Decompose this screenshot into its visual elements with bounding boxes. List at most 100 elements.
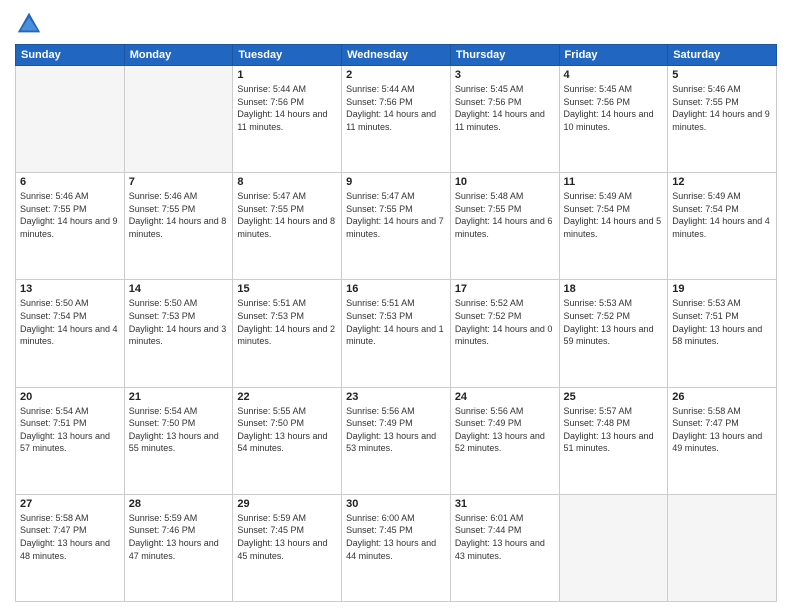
day-number: 20 <box>20 391 120 403</box>
day-cell: 31 Sunrise: 6:01 AMSunset: 7:44 PMDayligh… <box>450 494 559 601</box>
day-number: 17 <box>455 283 555 295</box>
day-detail: Sunrise: 6:00 AMSunset: 7:45 PMDaylight:… <box>346 512 446 562</box>
day-cell <box>668 494 777 601</box>
calendar: SundayMondayTuesdayWednesdayThursdayFrid… <box>15 44 777 602</box>
day-number: 6 <box>20 176 120 188</box>
day-detail: Sunrise: 5:45 AMSunset: 7:56 PMDaylight:… <box>564 83 664 133</box>
day-detail: Sunrise: 5:53 AMSunset: 7:51 PMDaylight:… <box>672 297 772 347</box>
day-cell: 1 Sunrise: 5:44 AMSunset: 7:56 PMDaylight… <box>233 66 342 173</box>
day-number: 8 <box>237 176 337 188</box>
day-number: 3 <box>455 69 555 81</box>
day-cell <box>124 66 233 173</box>
day-detail: Sunrise: 5:48 AMSunset: 7:55 PMDaylight:… <box>455 190 555 240</box>
day-cell: 11 Sunrise: 5:49 AMSunset: 7:54 PMDayligh… <box>559 173 668 280</box>
day-number: 26 <box>672 391 772 403</box>
day-number: 18 <box>564 283 664 295</box>
day-detail: Sunrise: 6:01 AMSunset: 7:44 PMDaylight:… <box>455 512 555 562</box>
weekday-wednesday: Wednesday <box>342 45 451 66</box>
day-number: 21 <box>129 391 229 403</box>
day-cell: 22 Sunrise: 5:55 AMSunset: 7:50 PMDayligh… <box>233 387 342 494</box>
day-detail: Sunrise: 5:57 AMSunset: 7:48 PMDaylight:… <box>564 405 664 455</box>
day-detail: Sunrise: 5:49 AMSunset: 7:54 PMDaylight:… <box>672 190 772 240</box>
day-cell: 8 Sunrise: 5:47 AMSunset: 7:55 PMDaylight… <box>233 173 342 280</box>
day-cell: 16 Sunrise: 5:51 AMSunset: 7:53 PMDayligh… <box>342 280 451 387</box>
day-detail: Sunrise: 5:59 AMSunset: 7:46 PMDaylight:… <box>129 512 229 562</box>
day-detail: Sunrise: 5:58 AMSunset: 7:47 PMDaylight:… <box>672 405 772 455</box>
day-detail: Sunrise: 5:46 AMSunset: 7:55 PMDaylight:… <box>129 190 229 240</box>
day-cell: 30 Sunrise: 6:00 AMSunset: 7:45 PMDayligh… <box>342 494 451 601</box>
day-cell: 9 Sunrise: 5:47 AMSunset: 7:55 PMDaylight… <box>342 173 451 280</box>
day-detail: Sunrise: 5:56 AMSunset: 7:49 PMDaylight:… <box>455 405 555 455</box>
day-cell: 4Sunrise: 5:45 AMSunset: 7:56 PMDaylight… <box>559 66 668 173</box>
day-number: 14 <box>129 283 229 295</box>
day-cell: 17 Sunrise: 5:52 AMSunset: 7:52 PMDayligh… <box>450 280 559 387</box>
day-number: 1 <box>237 69 337 81</box>
logo-icon <box>15 10 43 38</box>
day-cell: 26 Sunrise: 5:58 AMSunset: 7:47 PMDayligh… <box>668 387 777 494</box>
day-cell: 27Sunrise: 5:58 AMSunset: 7:47 PMDayligh… <box>16 494 125 601</box>
weekday-friday: Friday <box>559 45 668 66</box>
day-cell: 24Sunrise: 5:56 AMSunset: 7:49 PMDayligh… <box>450 387 559 494</box>
day-detail: Sunrise: 5:47 AMSunset: 7:55 PMDaylight:… <box>346 190 446 240</box>
day-cell: 3 Sunrise: 5:45 AMSunset: 7:56 PMDaylight… <box>450 66 559 173</box>
day-cell <box>16 66 125 173</box>
day-number: 25 <box>564 391 664 403</box>
day-number: 2 <box>346 69 446 81</box>
day-detail: Sunrise: 5:55 AMSunset: 7:50 PMDaylight:… <box>237 405 337 455</box>
day-detail: Sunrise: 5:59 AMSunset: 7:45 PMDaylight:… <box>237 512 337 562</box>
weekday-sunday: Sunday <box>16 45 125 66</box>
header <box>15 10 777 38</box>
day-cell: 2Sunrise: 5:44 AMSunset: 7:56 PMDaylight… <box>342 66 451 173</box>
day-detail: Sunrise: 5:46 AMSunset: 7:55 PMDaylight:… <box>20 190 120 240</box>
day-number: 28 <box>129 498 229 510</box>
day-detail: Sunrise: 5:50 AMSunset: 7:53 PMDaylight:… <box>129 297 229 347</box>
day-detail: Sunrise: 5:49 AMSunset: 7:54 PMDaylight:… <box>564 190 664 240</box>
day-cell: 25 Sunrise: 5:57 AMSunset: 7:48 PMDayligh… <box>559 387 668 494</box>
day-cell: 12 Sunrise: 5:49 AMSunset: 7:54 PMDayligh… <box>668 173 777 280</box>
day-cell <box>559 494 668 601</box>
day-detail: Sunrise: 5:53 AMSunset: 7:52 PMDaylight:… <box>564 297 664 347</box>
day-cell: 21 Sunrise: 5:54 AMSunset: 7:50 PMDayligh… <box>124 387 233 494</box>
day-cell: 18 Sunrise: 5:53 AMSunset: 7:52 PMDayligh… <box>559 280 668 387</box>
day-number: 15 <box>237 283 337 295</box>
day-detail: Sunrise: 5:45 AMSunset: 7:56 PMDaylight:… <box>455 83 555 133</box>
day-number: 11 <box>564 176 664 188</box>
day-number: 30 <box>346 498 446 510</box>
day-cell: 15Sunrise: 5:51 AMSunset: 7:53 PMDayligh… <box>233 280 342 387</box>
day-detail: Sunrise: 5:50 AMSunset: 7:54 PMDaylight:… <box>20 297 120 347</box>
day-number: 19 <box>672 283 772 295</box>
weekday-thursday: Thursday <box>450 45 559 66</box>
day-cell: 20 Sunrise: 5:54 AMSunset: 7:51 PMDayligh… <box>16 387 125 494</box>
day-cell: 19 Sunrise: 5:53 AMSunset: 7:51 PMDayligh… <box>668 280 777 387</box>
day-number: 5 <box>672 69 772 81</box>
day-number: 12 <box>672 176 772 188</box>
day-number: 7 <box>129 176 229 188</box>
day-number: 23 <box>346 391 446 403</box>
day-detail: Sunrise: 5:51 AMSunset: 7:53 PMDaylight:… <box>346 297 446 347</box>
day-detail: Sunrise: 5:47 AMSunset: 7:55 PMDaylight:… <box>237 190 337 240</box>
day-detail: Sunrise: 5:52 AMSunset: 7:52 PMDaylight:… <box>455 297 555 347</box>
week-row-4: 20 Sunrise: 5:54 AMSunset: 7:51 PMDayligh… <box>16 387 777 494</box>
day-number: 22 <box>237 391 337 403</box>
day-number: 9 <box>346 176 446 188</box>
week-row-1: 1 Sunrise: 5:44 AMSunset: 7:56 PMDaylight… <box>16 66 777 173</box>
day-detail: Sunrise: 5:46 AMSunset: 7:55 PMDaylight:… <box>672 83 772 133</box>
day-detail: Sunrise: 5:54 AMSunset: 7:50 PMDaylight:… <box>129 405 229 455</box>
day-cell: 23Sunrise: 5:56 AMSunset: 7:49 PMDayligh… <box>342 387 451 494</box>
weekday-monday: Monday <box>124 45 233 66</box>
weekday-header-row: SundayMondayTuesdayWednesdayThursdayFrid… <box>16 45 777 66</box>
day-cell: 10Sunrise: 5:48 AMSunset: 7:55 PMDayligh… <box>450 173 559 280</box>
day-number: 29 <box>237 498 337 510</box>
day-detail: Sunrise: 5:54 AMSunset: 7:51 PMDaylight:… <box>20 405 120 455</box>
day-cell: 5 Sunrise: 5:46 AMSunset: 7:55 PMDaylight… <box>668 66 777 173</box>
day-number: 16 <box>346 283 446 295</box>
day-detail: Sunrise: 5:44 AMSunset: 7:56 PMDaylight:… <box>237 83 337 133</box>
weekday-tuesday: Tuesday <box>233 45 342 66</box>
day-number: 27 <box>20 498 120 510</box>
day-cell: 28 Sunrise: 5:59 AMSunset: 7:46 PMDayligh… <box>124 494 233 601</box>
day-cell: 7 Sunrise: 5:46 AMSunset: 7:55 PMDaylight… <box>124 173 233 280</box>
day-number: 13 <box>20 283 120 295</box>
week-row-3: 13 Sunrise: 5:50 AMSunset: 7:54 PMDayligh… <box>16 280 777 387</box>
day-number: 31 <box>455 498 555 510</box>
week-row-2: 6 Sunrise: 5:46 AMSunset: 7:55 PMDaylight… <box>16 173 777 280</box>
